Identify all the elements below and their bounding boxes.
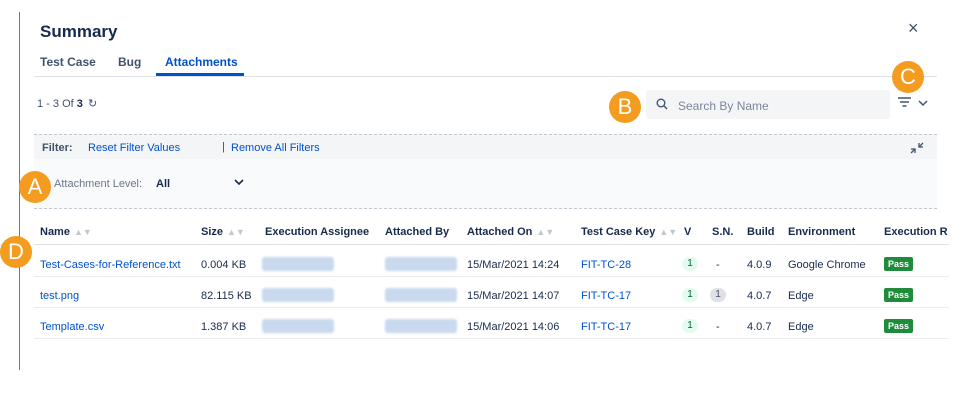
attachment-level-label: Attachment Level: bbox=[54, 178, 143, 190]
attachment-level-filter: Attachment Level: All bbox=[34, 159, 937, 209]
filter-menu-icon[interactable] bbox=[898, 96, 932, 110]
active-tab-indicator bbox=[156, 73, 244, 76]
search-icon bbox=[656, 98, 668, 110]
build: 4.0.7 bbox=[747, 321, 772, 333]
attachment-level-select[interactable]: All bbox=[156, 178, 170, 190]
callout-badge-a: A bbox=[19, 171, 51, 203]
refresh-icon[interactable]: ↻ bbox=[88, 98, 97, 110]
search-input[interactable] bbox=[676, 96, 880, 115]
environment: Edge bbox=[788, 290, 814, 302]
serial-number: - bbox=[716, 259, 720, 271]
table-row: Template.csv 1.387 KB 15/Mar/2021 14:06 … bbox=[34, 314, 949, 339]
version-cell: 1 bbox=[682, 288, 698, 302]
tab-bug[interactable]: Bug bbox=[118, 55, 141, 69]
environment: Edge bbox=[788, 321, 814, 333]
column-label: Attached On bbox=[467, 226, 533, 238]
filter-bar: Filter: Reset Filter Values | Remove All… bbox=[34, 134, 937, 160]
column-header-sn: S.N. bbox=[712, 226, 734, 238]
version-badge: 1 bbox=[682, 288, 698, 302]
test-case-key-link[interactable]: FIT-TC-28 bbox=[581, 259, 631, 271]
table-row: Test-Cases-for-Reference.txt 0.004 KB 15… bbox=[34, 252, 949, 277]
attached-on: 15/Mar/2021 14:24 bbox=[467, 259, 560, 271]
callout-badge-c: C bbox=[892, 61, 924, 93]
status-badge: Pass bbox=[884, 319, 914, 333]
table-row: test.png 82.115 KB 15/Mar/2021 14:07 FIT… bbox=[34, 283, 949, 308]
table-header: Name ▲▼ Size ▲▼ Execution Assignee Attache… bbox=[34, 220, 949, 245]
chevron-down-icon[interactable] bbox=[234, 178, 244, 186]
column-header-size[interactable]: Size ▲▼ bbox=[201, 226, 245, 238]
column-header-build: Build bbox=[747, 226, 775, 238]
column-header-environment: Environment bbox=[788, 226, 856, 238]
tab-bar: Test Case Bug Attachments bbox=[34, 55, 937, 77]
column-header-name[interactable]: Name ▲▼ bbox=[40, 226, 92, 238]
redacted-attached-by bbox=[385, 319, 457, 333]
version-badge: 1 bbox=[682, 319, 698, 333]
column-header-attached-on[interactable]: Attached On ▲▼ bbox=[467, 226, 554, 238]
tab-test-case[interactable]: Test Case bbox=[40, 55, 96, 69]
column-header-test-case-key[interactable]: Test Case Key ▲▼ bbox=[581, 226, 677, 238]
attachment-name-link[interactable]: Template.csv bbox=[40, 321, 104, 333]
sort-icon: ▲▼ bbox=[536, 227, 555, 237]
build: 4.0.7 bbox=[747, 290, 772, 302]
attachment-size: 82.115 KB bbox=[201, 290, 252, 302]
attachment-size: 0.004 KB bbox=[201, 259, 247, 271]
pagination-total: 3 bbox=[76, 98, 83, 110]
version-cell: 1 bbox=[682, 319, 698, 333]
column-label: Test Case Key bbox=[581, 226, 656, 238]
column-header-v: V bbox=[684, 226, 692, 238]
redacted-execution-assignee bbox=[262, 319, 334, 333]
collapse-icon[interactable] bbox=[910, 142, 924, 154]
build: 4.0.9 bbox=[747, 259, 772, 271]
status-badge: Pass bbox=[884, 288, 914, 302]
column-label: Size bbox=[201, 226, 224, 238]
column-header-execution-assignee: Execution Assignee bbox=[265, 226, 370, 238]
column-header-execution-result: Execution R bbox=[884, 226, 948, 238]
status-badge: Pass bbox=[884, 257, 914, 271]
attachment-size: 1.387 KB bbox=[201, 321, 247, 333]
callout-badge-b: B bbox=[609, 91, 641, 123]
sort-icon: ▲▼ bbox=[73, 227, 92, 237]
filter-separator: | bbox=[222, 141, 225, 153]
attachment-name-link[interactable]: Test-Cases-for-Reference.txt bbox=[40, 259, 181, 271]
modal-title: Summary bbox=[40, 22, 118, 41]
close-icon[interactable]: × bbox=[908, 18, 919, 39]
remove-all-filters-link[interactable]: Remove All Filters bbox=[231, 142, 320, 154]
column-label: Name bbox=[40, 226, 70, 238]
sort-icon: ▲▼ bbox=[227, 227, 245, 237]
redacted-execution-assignee bbox=[262, 288, 334, 302]
environment: Google Chrome bbox=[788, 259, 866, 271]
callout-badge-d: D bbox=[0, 236, 32, 268]
serial-number: - bbox=[716, 321, 720, 333]
attached-on: 15/Mar/2021 14:06 bbox=[467, 321, 560, 333]
reset-filter-values-link[interactable]: Reset Filter Values bbox=[88, 142, 180, 154]
filter-label: Filter: bbox=[42, 142, 73, 154]
redacted-execution-assignee bbox=[262, 257, 334, 271]
version-cell: 1 bbox=[682, 257, 698, 271]
column-header-attached-by: Attached By bbox=[385, 226, 450, 238]
pagination-range: 1 - 3 Of bbox=[37, 98, 74, 110]
pagination-info: 1 - 3 Of 3 ↻ bbox=[37, 97, 97, 110]
serial-number-badge: 1 bbox=[710, 288, 726, 302]
redacted-attached-by bbox=[385, 288, 457, 302]
tab-attachments[interactable]: Attachments bbox=[165, 55, 238, 69]
redacted-attached-by bbox=[385, 257, 457, 271]
sort-icon: ▲▼ bbox=[659, 227, 678, 237]
attached-on: 15/Mar/2021 14:07 bbox=[467, 290, 560, 302]
attachment-name-link[interactable]: test.png bbox=[40, 290, 79, 302]
test-case-key-link[interactable]: FIT-TC-17 bbox=[581, 321, 631, 333]
version-badge: 1 bbox=[682, 257, 698, 271]
search-box[interactable] bbox=[646, 90, 890, 119]
test-case-key-link[interactable]: FIT-TC-17 bbox=[581, 290, 631, 302]
serial-number-cell: 1 bbox=[710, 288, 726, 302]
